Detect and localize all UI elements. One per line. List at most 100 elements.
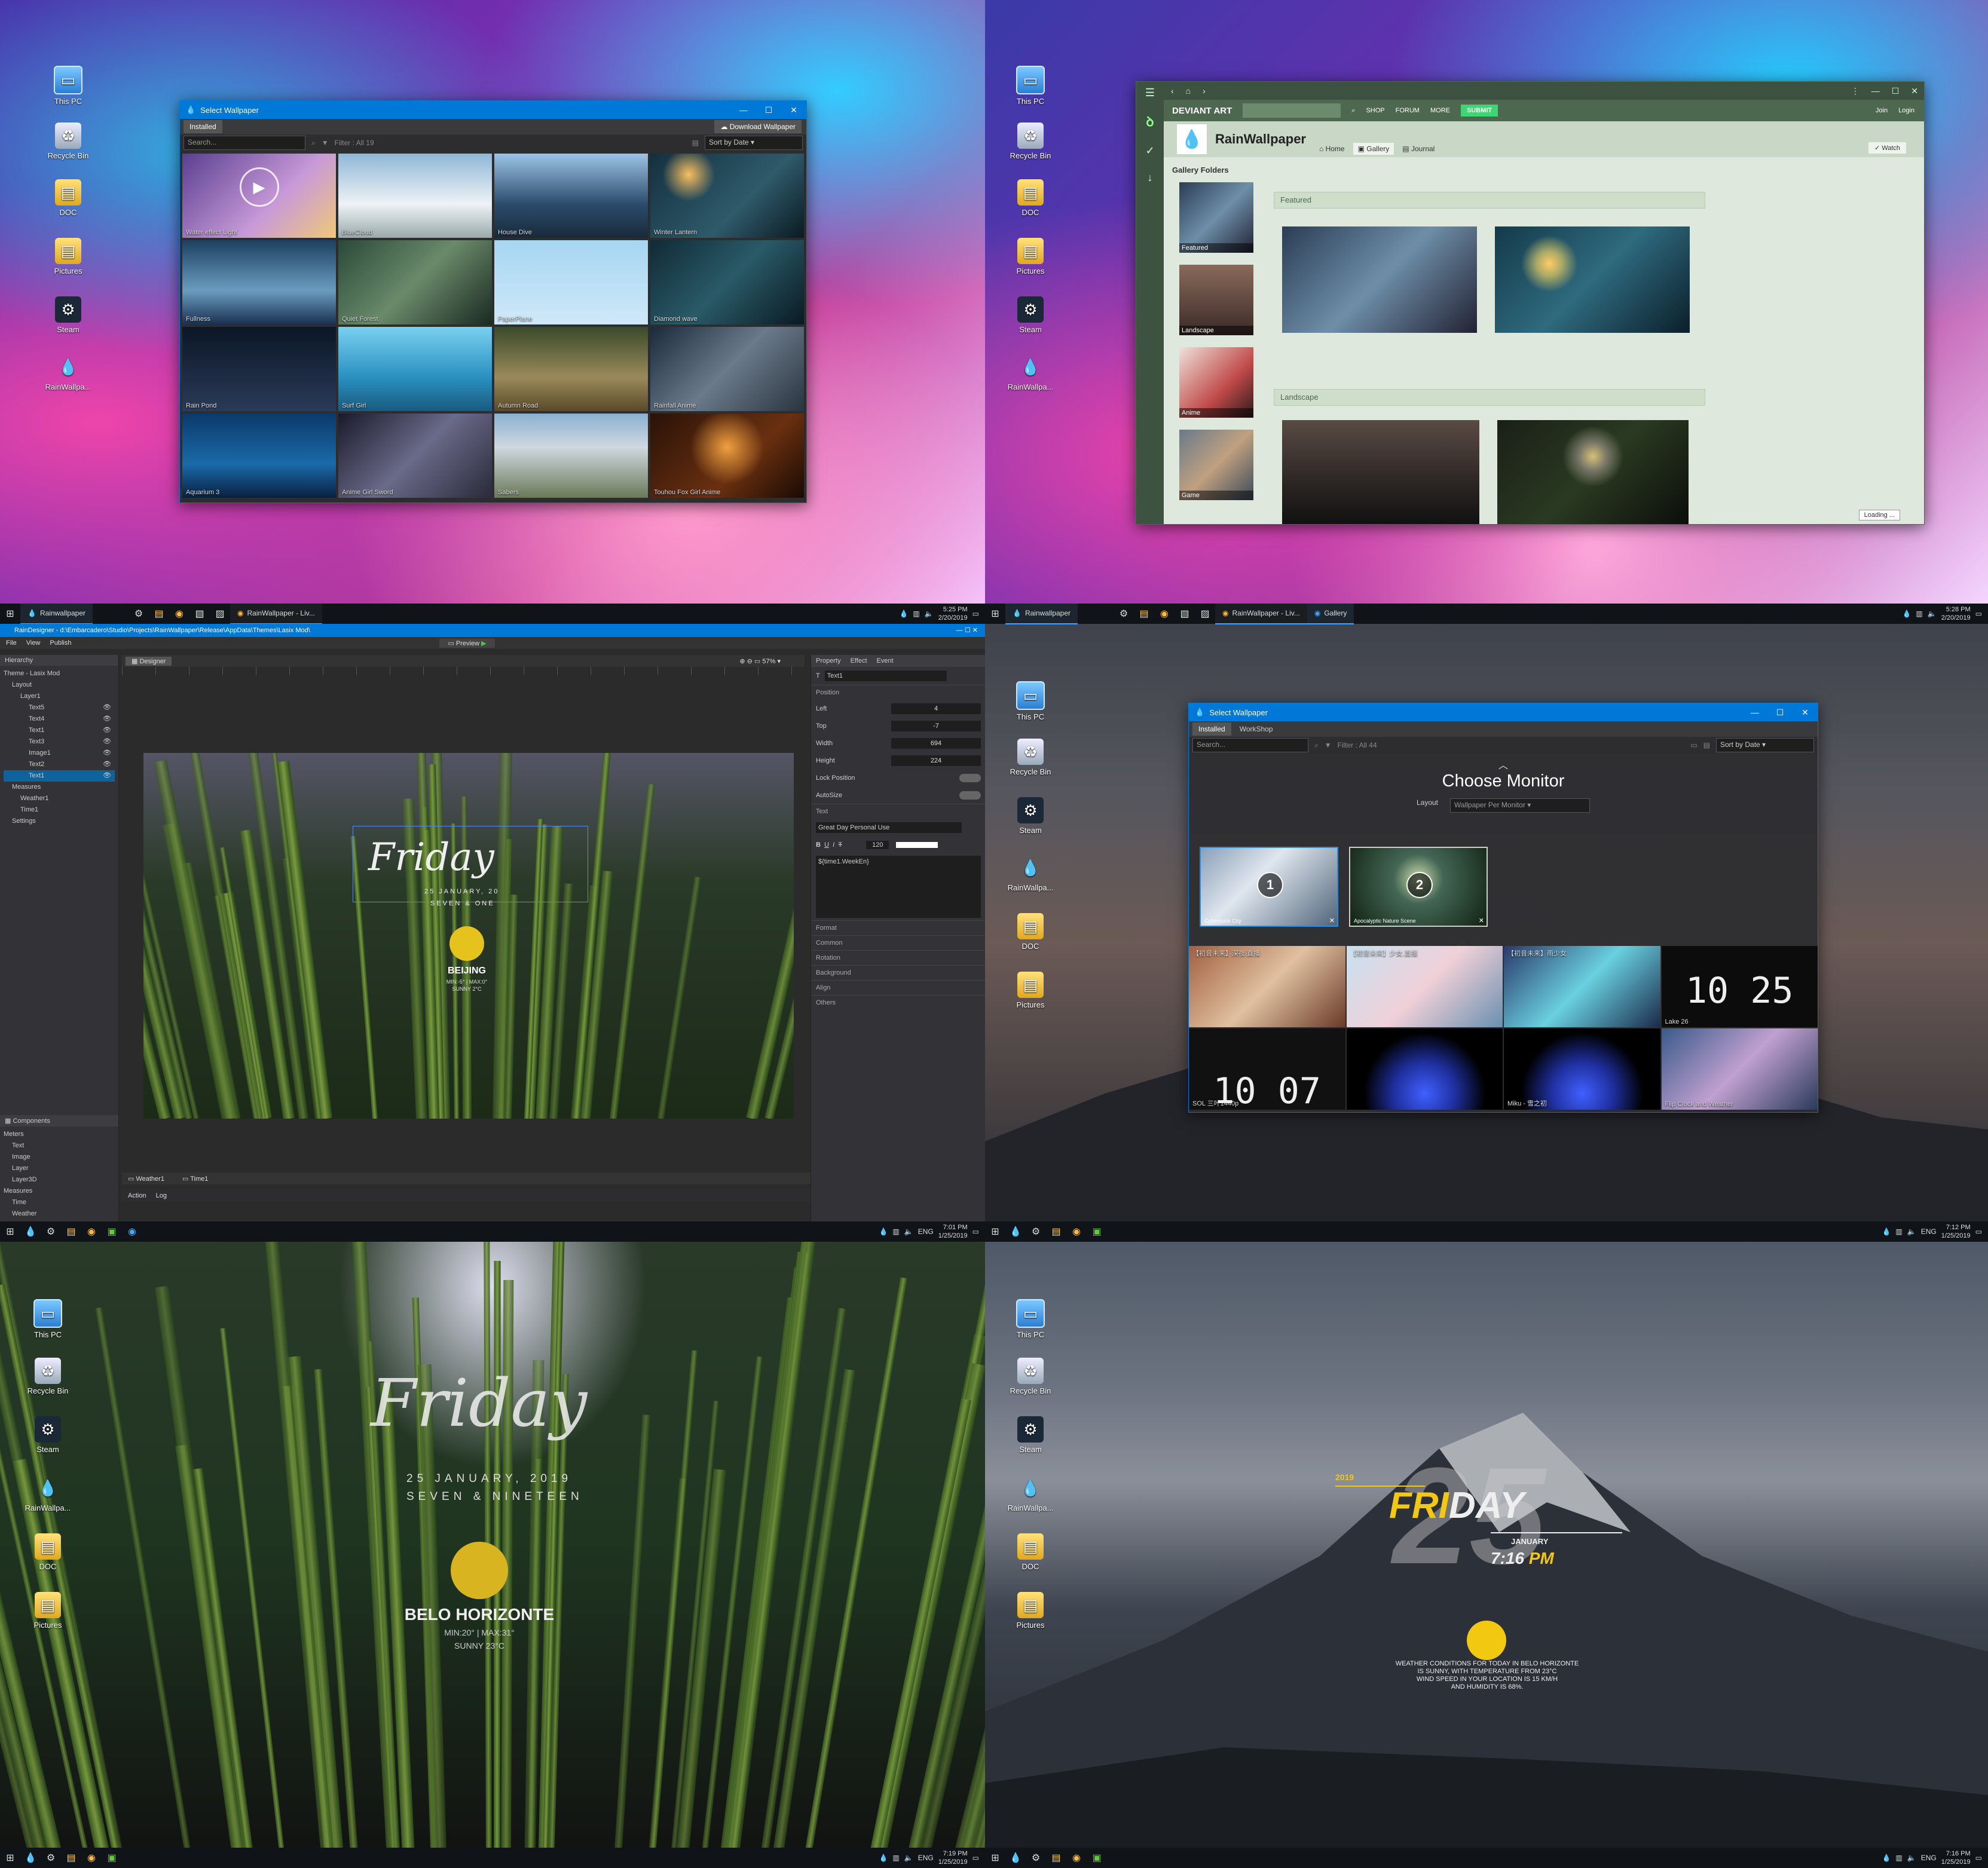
start-icon[interactable]: ⊞ — [0, 1226, 20, 1238]
language-indicator[interactable]: ENG — [1921, 1227, 1937, 1236]
desktop-icon-steam[interactable]: ⚙ Steam — [1001, 797, 1060, 835]
app-icon[interactable]: ▧ — [189, 608, 210, 620]
desktop-icon-rainwallpaper[interactable]: 💧 RainWallpa... — [38, 354, 98, 392]
folder-icon[interactable]: ▤ — [1046, 1852, 1066, 1864]
hierarchy-item[interactable]: Text1 👁 — [4, 725, 115, 736]
gallery-folder[interactable]: Anime — [1179, 347, 1253, 418]
city-text[interactable]: BEIJING — [428, 966, 506, 976]
text-color-swatch[interactable] — [896, 841, 938, 848]
back-icon[interactable]: ‹ — [1171, 86, 1174, 96]
visibility-icon[interactable]: 👁 — [103, 702, 111, 713]
desktop-icon-steam[interactable]: ⚙ Steam — [18, 1416, 78, 1454]
monitor-1-card[interactable]: 1 Cyberpunk City ✕ — [1200, 847, 1338, 927]
wallpaper-tile[interactable]: 【初音未来】深夜.直播 — [1189, 946, 1345, 1027]
desktop-icon-doc[interactable]: ▤ DOC — [18, 1533, 78, 1571]
day-text[interactable]: Friday — [368, 835, 494, 880]
component-item[interactable]: Time — [4, 1197, 115, 1208]
steam-icon[interactable]: ⚙ — [41, 1226, 61, 1238]
steam-icon[interactable]: ⚙ — [129, 608, 149, 620]
text-value-input[interactable]: ${time1.WeekEn} — [816, 856, 981, 918]
folder-icon[interactable]: ▤ — [1134, 608, 1154, 620]
taskbar-rainwallpaper[interactable]: 💧 Rainwallpaper — [1005, 604, 1078, 624]
remove-icon[interactable]: ✕ — [1479, 917, 1484, 924]
clock[interactable]: 7:01 PM 1/25/2019 — [938, 1223, 968, 1240]
folder-icon[interactable]: ▤ — [149, 608, 169, 620]
date-text[interactable]: 25 JANUARY, 20 — [424, 888, 499, 895]
hierarchy-item[interactable]: Text2 👁 — [4, 759, 115, 770]
component-item[interactable]: Meters — [4, 1129, 115, 1140]
chrome-icon[interactable]: ◉ — [1066, 1226, 1087, 1238]
start-icon[interactable]: ⊞ — [985, 1226, 1005, 1238]
volume-icon[interactable]: 🔈 — [925, 610, 934, 618]
desktop-icon-steam[interactable]: ⚙ Steam — [1001, 296, 1060, 334]
minmax-text[interactable]: MIN:-5° | MAX:0° — [428, 979, 506, 985]
visibility-icon[interactable]: 👁 — [103, 748, 111, 759]
notification-icon[interactable]: ▭ — [972, 1227, 979, 1236]
wallpaper-tile[interactable]: Sabers — [494, 414, 648, 498]
wallpaper-tile[interactable]: Lake 26 10 25 — [1661, 946, 1818, 1027]
chrome-icon[interactable]: ◉ — [1154, 608, 1175, 620]
visibility-icon[interactable]: 👁 — [103, 759, 111, 770]
join-link[interactable]: Join — [1876, 107, 1888, 114]
language-indicator[interactable]: ENG — [918, 1227, 934, 1236]
steam-icon[interactable]: ⚙ — [1114, 608, 1134, 620]
desktop-icon-rainwallpaper[interactable]: 💧 RainWallpa... — [1001, 1475, 1060, 1513]
wallpaper-tile[interactable]: Winter Lantern — [650, 154, 804, 238]
prop-value-input[interactable]: 694 — [891, 737, 981, 749]
network-icon[interactable]: ▥ — [913, 610, 919, 618]
wallpaper-tile[interactable]: Surf Girl — [338, 327, 492, 411]
desktop-icon-pictures[interactable]: ▤ Pictures — [1001, 972, 1060, 1009]
notification-icon[interactable]: ▭ — [972, 1854, 979, 1862]
maximize-icon[interactable]: ☐ — [756, 105, 781, 115]
gallery-folder[interactable]: Game — [1179, 430, 1253, 500]
login-link[interactable]: Login — [1898, 107, 1914, 114]
search-input[interactable] — [1243, 103, 1341, 118]
start-icon[interactable]: ⊞ — [0, 608, 20, 620]
steam-icon[interactable]: ⚙ — [1026, 1226, 1046, 1238]
app-icon[interactable]: ▣ — [102, 1226, 122, 1238]
hierarchy-item[interactable]: Weather1 — [4, 793, 115, 804]
clock[interactable]: 7:16 PM 1/25/2019 — [1941, 1849, 1971, 1866]
clock[interactable]: 5:25 PM 2/20/2019 — [938, 605, 968, 622]
property-section[interactable]: Format — [811, 920, 985, 935]
app-icon[interactable]: ◉ — [122, 1226, 142, 1238]
tab-action[interactable]: Action — [128, 1192, 146, 1199]
menu-icon[interactable]: ☰ — [1136, 87, 1164, 99]
maximize-icon[interactable]: ☐ — [1892, 86, 1900, 96]
hierarchy-item[interactable]: Text4 👁 — [4, 713, 115, 725]
property-section[interactable]: Rotation — [811, 950, 985, 965]
text-section[interactable]: Text — [811, 804, 985, 819]
network-icon[interactable]: ▥ — [1895, 1854, 1902, 1862]
desktop-icon-doc[interactable]: ▤ DOC — [1001, 179, 1060, 217]
app-icon[interactable]: ▨ — [1195, 608, 1215, 620]
app-icon[interactable]: ▣ — [1087, 1226, 1107, 1238]
download-icon[interactable]: ↓ — [1136, 172, 1164, 184]
wallpaper-tile[interactable]: Fullness — [182, 240, 336, 324]
raindrop-icon[interactable]: 💧 — [1882, 1227, 1891, 1236]
forward-icon[interactable]: › — [1203, 86, 1206, 96]
folder-icon[interactable]: ▤ — [1046, 1226, 1066, 1238]
position-section[interactable]: Position — [811, 685, 985, 700]
hierarchy-item[interactable]: Image1 👁 — [4, 748, 115, 759]
hierarchy-item[interactable]: Measures — [4, 782, 115, 793]
font-select[interactable]: Great Day Personal Use — [816, 822, 962, 833]
chrome-icon[interactable]: ◉ — [81, 1226, 102, 1238]
monitor-icon[interactable]: ▭ — [1690, 741, 1697, 749]
bookmark-icon[interactable]: ✓ — [1136, 145, 1164, 157]
folder-icon[interactable]: ▤ — [61, 1852, 81, 1864]
minimize-icon[interactable]: — — [731, 105, 756, 115]
language-indicator[interactable]: ENG — [918, 1854, 934, 1862]
desktop-icon-this-pc[interactable]: ▭ This PC — [38, 66, 98, 106]
tab-installed[interactable]: Installed — [183, 120, 222, 133]
wallpaper-tile[interactable]: PaperPlane — [494, 240, 648, 324]
wallpaper-tile[interactable]: Rain Pond — [182, 327, 336, 411]
remove-icon[interactable]: ✕ — [1329, 917, 1335, 924]
wallpaper-tile[interactable]: Quiet Forest — [338, 240, 492, 324]
hierarchy-item[interactable]: Time1 — [4, 804, 115, 816]
minimize-icon[interactable]: — — [1742, 708, 1767, 717]
raindrop-icon[interactable]: 💧 — [1005, 1226, 1026, 1238]
desktop-icon-recycle-bin[interactable]: ♻ Recycle Bin — [18, 1358, 78, 1395]
raindrop-icon[interactable]: 💧 — [1005, 1852, 1026, 1864]
hierarchy-item[interactable]: Theme - Lasix Mod — [4, 668, 115, 679]
chevron-up-icon[interactable]: ︿ — [1189, 757, 1818, 771]
